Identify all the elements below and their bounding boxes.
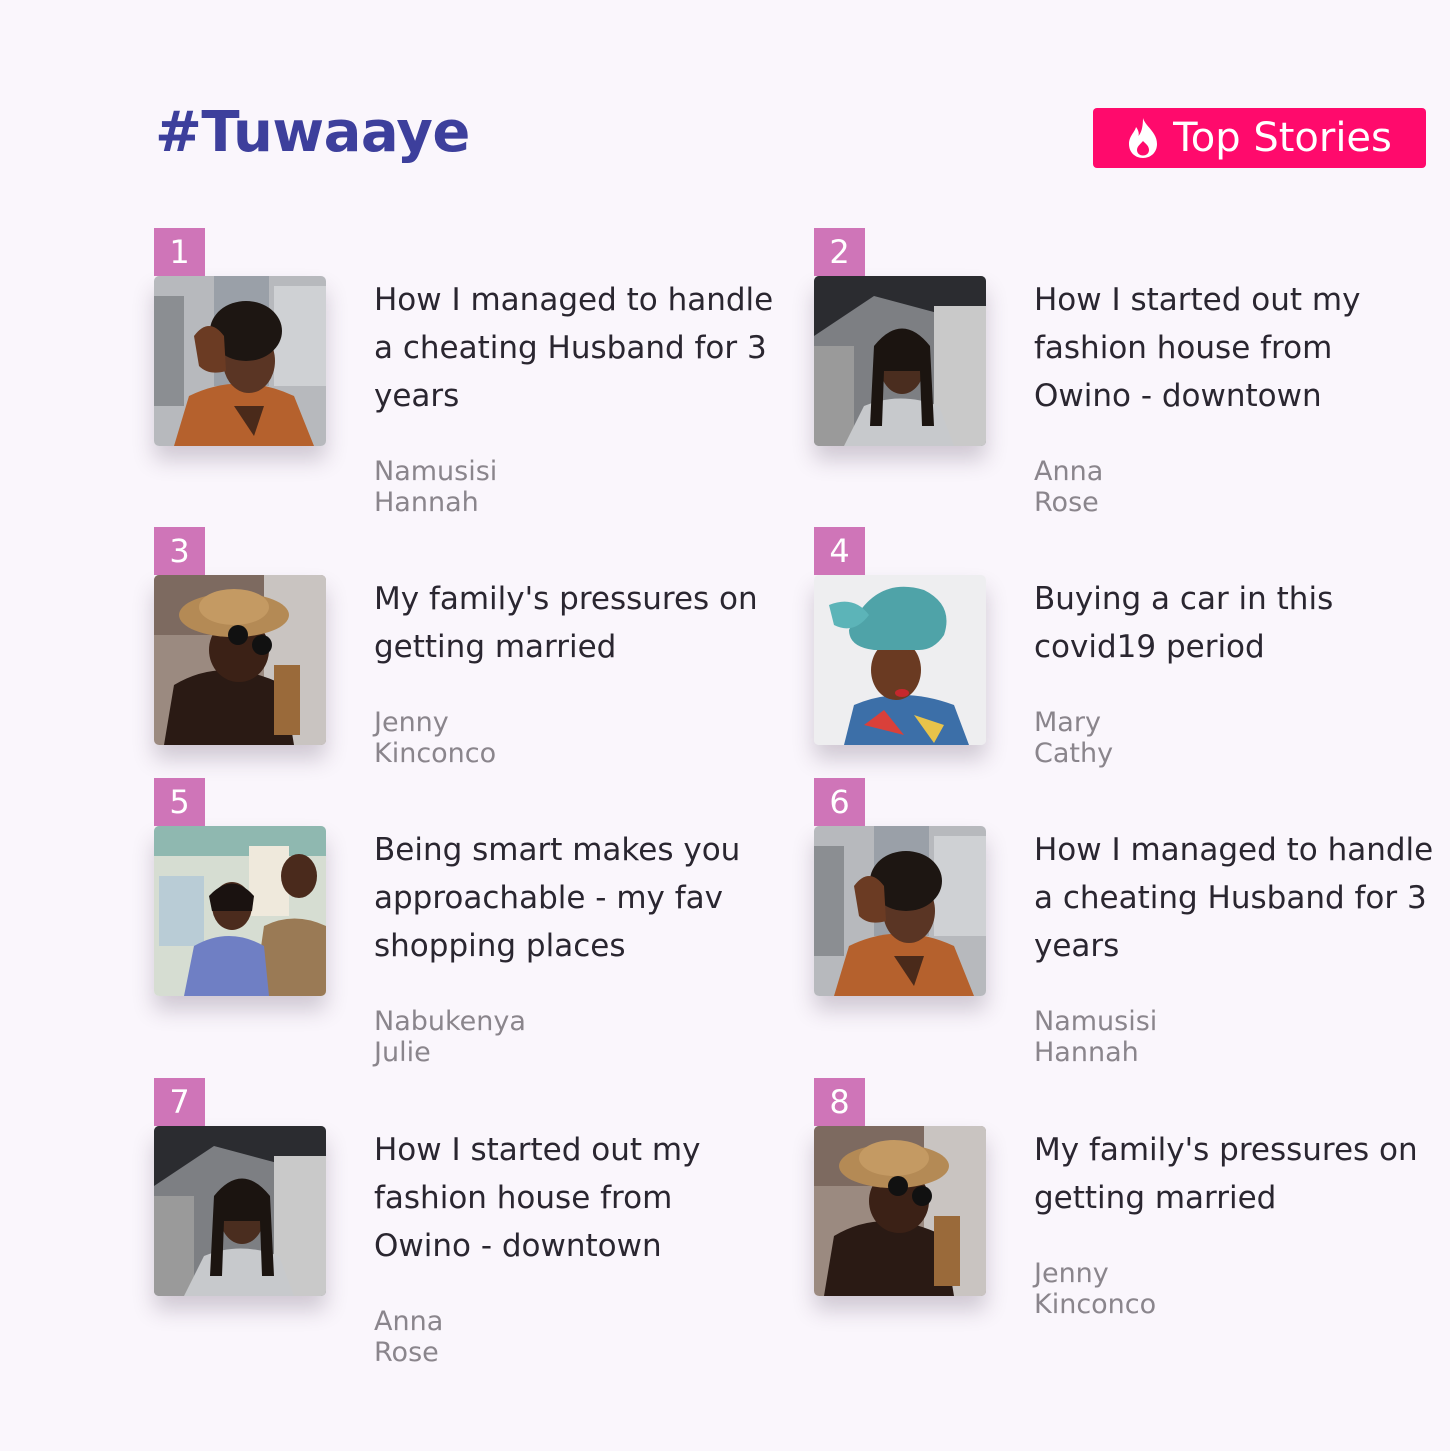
brand-title: #Tuwaaye — [155, 100, 470, 165]
story-thumbnail[interactable] — [154, 575, 326, 745]
story-author[interactable]: Anna Rose — [1034, 456, 1103, 518]
story-thumbnail[interactable] — [154, 1126, 326, 1296]
rank-badge: 2 — [814, 228, 865, 276]
rank-badge: 8 — [814, 1078, 865, 1126]
story-thumbnail[interactable] — [154, 826, 326, 996]
story-author[interactable]: Mary Cathy — [1034, 707, 1113, 769]
top-stories-button[interactable]: Top Stories — [1093, 108, 1426, 168]
story-title[interactable]: Being smart makes you approachable - my … — [374, 826, 774, 970]
story-title[interactable]: How I managed to handle a cheating Husba… — [1034, 826, 1434, 970]
story-title[interactable]: How I managed to handle a cheating Husba… — [374, 276, 774, 420]
story-title[interactable]: How I started out my fashion house from … — [374, 1126, 774, 1270]
rank-badge: 5 — [154, 778, 205, 826]
story-thumbnail[interactable] — [814, 1126, 986, 1296]
rank-badge: 7 — [154, 1078, 205, 1126]
story-title[interactable]: My family's pressures on getting married — [374, 575, 774, 671]
story-author[interactable]: Jenny Kinconco — [374, 707, 496, 769]
flame-icon — [1127, 117, 1159, 159]
story-title[interactable]: How I started out my fashion house from … — [1034, 276, 1434, 420]
story-title[interactable]: Buying a car in this covid19 period — [1034, 575, 1434, 671]
top-stories-label: Top Stories — [1173, 115, 1392, 161]
story-author[interactable]: Namusisi Hannah — [1034, 1006, 1157, 1068]
story-thumbnail[interactable] — [814, 276, 986, 446]
rank-badge: 6 — [814, 778, 865, 826]
story-title[interactable]: My family's pressures on getting married — [1034, 1126, 1434, 1222]
story-author[interactable]: Namusisi Hannah — [374, 456, 497, 518]
story-thumbnail[interactable] — [814, 575, 986, 745]
story-thumbnail[interactable] — [154, 276, 326, 446]
story-author[interactable]: Jenny Kinconco — [1034, 1258, 1156, 1320]
rank-badge: 1 — [154, 228, 205, 276]
story-author[interactable]: Anna Rose — [374, 1306, 443, 1368]
rank-badge: 3 — [154, 527, 205, 575]
story-thumbnail[interactable] — [814, 826, 986, 996]
rank-badge: 4 — [814, 527, 865, 575]
story-author[interactable]: Nabukenya Julie — [374, 1006, 526, 1068]
